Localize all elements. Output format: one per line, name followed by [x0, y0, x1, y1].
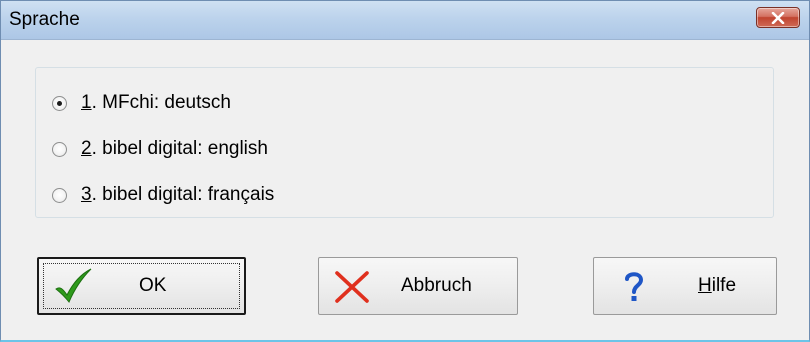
close-button[interactable] — [756, 7, 800, 28]
language-option-label: 1. MFchi: deutsch — [81, 92, 231, 113]
language-option-3[interactable]: 3. bibel digital: français — [52, 183, 274, 207]
title-bar[interactable]: Sprache — [1, 1, 809, 40]
language-option-2[interactable]: 2. bibel digital: english — [52, 137, 268, 161]
hilfe-button[interactable]: Hilfe — [593, 257, 777, 315]
cross-icon — [335, 271, 369, 303]
ok-button[interactable]: OK — [37, 257, 246, 315]
radio-button[interactable] — [52, 187, 67, 203]
abbruch-button[interactable]: Abbruch — [318, 257, 518, 315]
language-group: 1. MFchi: deutsch 2. bibel digital: engl… — [35, 67, 774, 218]
radio-button[interactable] — [52, 141, 67, 157]
radio-button-checked[interactable] — [52, 95, 67, 111]
question-mark-icon — [625, 272, 644, 301]
window-title: Sprache — [9, 9, 80, 30]
ok-label: OK — [139, 275, 167, 296]
language-option-label: 3. bibel digital: français — [81, 184, 275, 205]
hilfe-label: Hilfe — [698, 275, 737, 296]
language-option-label: 2. bibel digital: english — [81, 138, 268, 159]
language-option-1[interactable]: 1. MFchi: deutsch — [52, 91, 231, 115]
dialog-body: 1. MFchi: deutsch 2. bibel digital: engl… — [1, 40, 809, 340]
checkmark-icon — [55, 268, 92, 303]
close-icon — [771, 11, 785, 24]
language-dialog: Sprache 1. MFchi: deutsch 2. bibel digit… — [0, 0, 810, 342]
abbruch-label: Abbruch — [401, 275, 472, 296]
